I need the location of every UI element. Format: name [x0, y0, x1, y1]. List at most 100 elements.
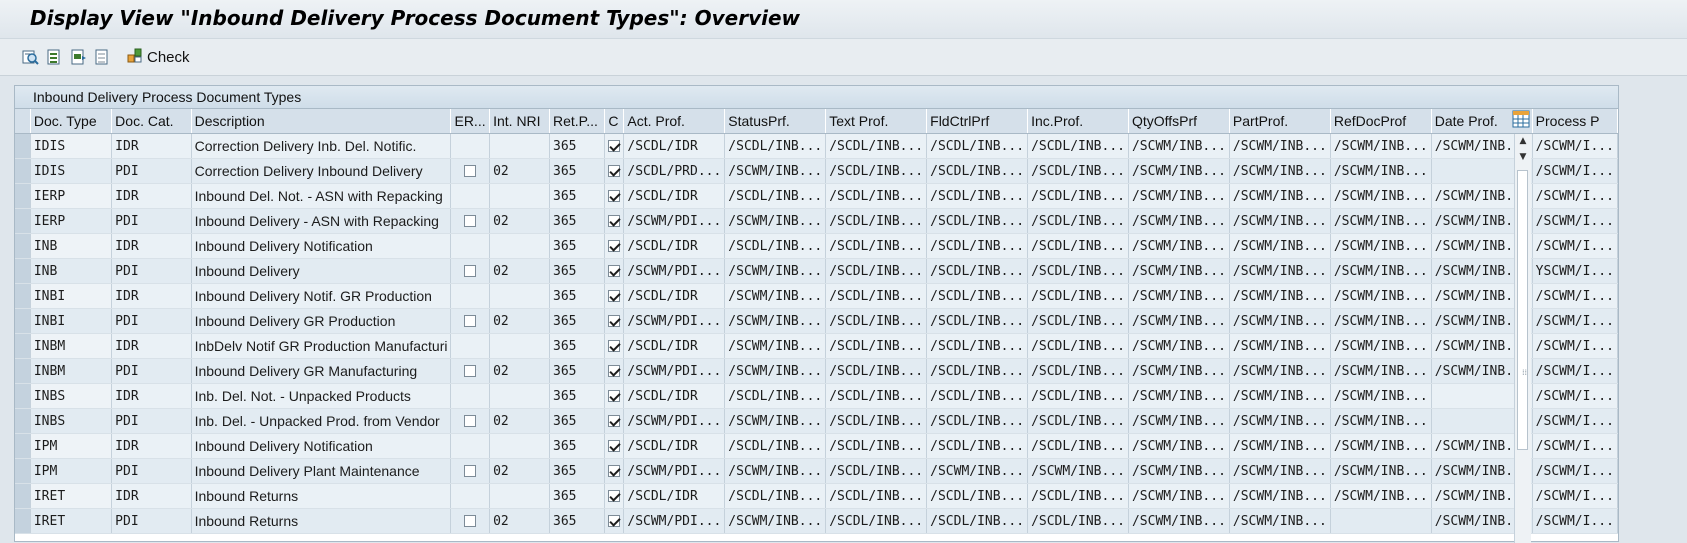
col-header-act-prof[interactable]: Act. Prof.	[623, 109, 726, 134]
select-block-icon[interactable]	[68, 47, 88, 67]
cell-er[interactable]	[450, 358, 491, 384]
table-row[interactable]: IRET IDR Inbound Returns 365/SCDL/IDR/SCDL/…	[15, 483, 1619, 509]
c-checkbox[interactable]	[608, 140, 621, 152]
cell-c[interactable]	[604, 433, 625, 459]
col-header-c[interactable]: C	[604, 109, 625, 134]
col-header-inc-prof[interactable]: Inc.Prof.	[1027, 109, 1129, 134]
c-checkbox[interactable]	[608, 440, 621, 452]
table-row[interactable]: IERP IDR Inbound Del. Not. - ASN with Repa…	[15, 183, 1619, 209]
cell-er[interactable]	[450, 158, 491, 184]
c-checkbox[interactable]	[608, 240, 621, 252]
c-checkbox[interactable]	[608, 315, 621, 327]
select-all-rows-cell[interactable]	[15, 109, 31, 134]
row-selector[interactable]	[15, 383, 31, 409]
table-row[interactable]: INBI IDR Inbound Delivery Notif. GR Produc…	[15, 283, 1619, 309]
table-row[interactable]: IDIS PDI Correction Delivery Inbound Deliv…	[15, 158, 1619, 184]
cell-c[interactable]	[604, 158, 625, 184]
scroll-up-icon[interactable]: ▲	[1517, 136, 1529, 148]
row-selector[interactable]	[15, 283, 31, 309]
c-checkbox[interactable]	[608, 290, 621, 302]
col-header-text-prof[interactable]: Text Prof.	[825, 109, 928, 134]
cell-c[interactable]	[604, 208, 625, 234]
cell-c[interactable]	[604, 408, 625, 434]
row-selector[interactable]	[15, 458, 31, 484]
er-checkbox[interactable]	[464, 165, 477, 177]
c-checkbox[interactable]	[608, 215, 621, 227]
er-checkbox[interactable]	[464, 265, 477, 277]
table-row[interactable]: IPM PDI Inbound Delivery Plant Maintenance…	[15, 458, 1619, 484]
row-selector[interactable]	[15, 433, 31, 459]
c-checkbox[interactable]	[608, 340, 621, 352]
c-checkbox[interactable]	[608, 365, 621, 377]
row-selector[interactable]	[15, 333, 31, 359]
cell-c[interactable]	[604, 233, 625, 259]
row-selector[interactable]	[15, 133, 31, 159]
row-selector[interactable]	[15, 508, 31, 534]
table-row[interactable]: INBI PDI Inbound Delivery GR Production 02 3…	[15, 308, 1619, 334]
col-header-fld-ctrl-prf[interactable]: FldCtrlPrf	[926, 109, 1029, 134]
select-all-icon[interactable]	[44, 47, 64, 67]
table-row[interactable]: INBM PDI Inbound Delivery GR Manufacturing…	[15, 358, 1619, 384]
table-row[interactable]: IDIS IDR Correction Delivery Inb. Del. Not…	[15, 133, 1619, 159]
table-row[interactable]: INB PDI Inbound Delivery 02 365/SCWM/PDI... /…	[15, 258, 1619, 284]
table-row[interactable]: IRET PDI Inbound Returns 02 365/SCWM/PDI... /…	[15, 508, 1619, 534]
row-selector[interactable]	[15, 158, 31, 184]
table-settings-icon[interactable]	[1512, 110, 1530, 128]
er-checkbox[interactable]	[464, 315, 477, 327]
col-header-ref-doc-prof[interactable]: RefDocProf	[1330, 109, 1432, 134]
col-header-status-prf[interactable]: StatusPrf.	[724, 109, 827, 134]
col-header-doc-type[interactable]: Doc. Type	[30, 109, 113, 134]
cell-er[interactable]	[450, 208, 491, 234]
cell-er[interactable]	[450, 308, 491, 334]
table-row[interactable]: INB IDR Inbound Delivery Notification 365/S…	[15, 233, 1619, 259]
table-row[interactable]: IPM IDR Inbound Delivery Notification 365/S…	[15, 433, 1619, 459]
c-checkbox[interactable]	[608, 465, 621, 477]
vertical-scrollbar[interactable]: ▲ ▼ ⁞⁞	[1514, 134, 1531, 543]
cell-c[interactable]	[604, 483, 625, 509]
scroll-thumb[interactable]: ⁞⁞	[1517, 170, 1528, 450]
col-header-process-p[interactable]: Process P	[1532, 109, 1619, 134]
cell-c[interactable]	[604, 133, 625, 159]
col-header-ret-p[interactable]: Ret.P...	[549, 109, 606, 134]
c-checkbox[interactable]	[608, 415, 621, 427]
col-header-qty-offs-prf[interactable]: QtyOffsPrf	[1128, 109, 1230, 134]
c-checkbox[interactable]	[608, 265, 621, 277]
er-checkbox[interactable]	[464, 415, 477, 427]
c-checkbox[interactable]	[608, 190, 621, 202]
er-checkbox[interactable]	[464, 465, 477, 477]
c-checkbox[interactable]	[608, 490, 621, 502]
table-row[interactable]: INBS IDR Inb. Del. Not. - Unpacked Product…	[15, 383, 1619, 409]
col-header-description[interactable]: Description	[191, 109, 452, 134]
row-selector[interactable]	[15, 408, 31, 434]
cell-er[interactable]	[450, 458, 491, 484]
cell-c[interactable]	[604, 383, 625, 409]
er-checkbox[interactable]	[464, 215, 477, 227]
cell-er[interactable]	[450, 408, 491, 434]
cell-c[interactable]	[604, 308, 625, 334]
details-icon[interactable]	[20, 47, 40, 67]
table-row[interactable]: IERP PDI Inbound Delivery - ASN with Repac…	[15, 208, 1619, 234]
row-selector[interactable]	[15, 308, 31, 334]
cell-c[interactable]	[604, 458, 625, 484]
row-selector[interactable]	[15, 208, 31, 234]
col-header-doc-cat[interactable]: Doc. Cat.	[111, 109, 192, 134]
col-header-part-prof[interactable]: PartProf.	[1229, 109, 1331, 134]
deselect-all-icon[interactable]	[92, 47, 112, 67]
cell-er[interactable]	[450, 258, 491, 284]
c-checkbox[interactable]	[608, 390, 621, 402]
cell-c[interactable]	[604, 258, 625, 284]
check-button[interactable]: Check	[126, 46, 190, 68]
scroll-down-icon[interactable]: ▼	[1517, 152, 1529, 164]
cell-er[interactable]	[450, 508, 491, 534]
row-selector[interactable]	[15, 183, 31, 209]
col-header-int-nri[interactable]: Int. NRI	[489, 109, 550, 134]
cell-c[interactable]	[604, 333, 625, 359]
c-checkbox[interactable]	[608, 165, 621, 177]
row-selector[interactable]	[15, 483, 31, 509]
cell-c[interactable]	[604, 283, 625, 309]
cell-c[interactable]	[604, 508, 625, 534]
row-selector[interactable]	[15, 233, 31, 259]
table-row[interactable]: INBS PDI Inb. Del. - Unpacked Prod. from V…	[15, 408, 1619, 434]
table-row[interactable]: INBM IDR InbDelv Notif GR Production Manuf…	[15, 333, 1619, 359]
cell-c[interactable]	[604, 358, 625, 384]
